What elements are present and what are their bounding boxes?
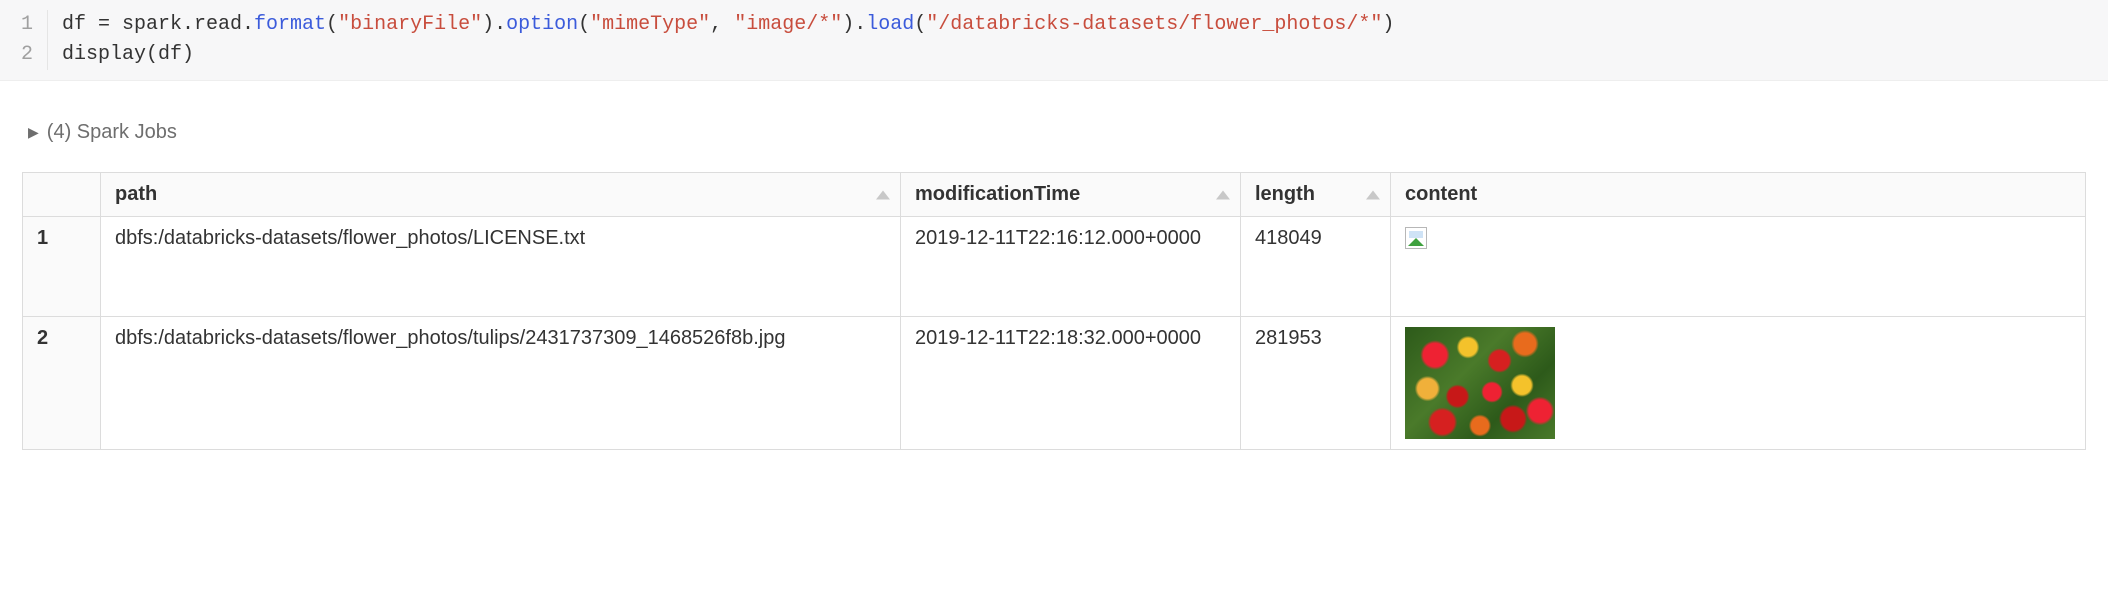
result-table: path modificationTime length content 1 <box>22 172 2086 450</box>
line-number-gutter: 1 2 <box>0 10 48 70</box>
output-area: ▶ (4) Spark Jobs path modificationTime <box>0 81 2108 460</box>
code-token: ) <box>1382 13 1394 36</box>
cell-modificationTime[interactable]: 2019-12-11T22:18:32.000+0000 <box>901 317 1241 450</box>
cell-length[interactable]: 418049 <box>1241 217 1391 317</box>
sort-asc-icon[interactable] <box>876 190 890 199</box>
cell-path[interactable]: dbfs:/databricks-datasets/flower_photos/… <box>101 217 901 317</box>
cell-content[interactable] <box>1391 217 2086 317</box>
table-header-modificationTime[interactable]: modificationTime <box>901 173 1241 217</box>
line-number: 2 <box>0 40 33 70</box>
column-label: length <box>1255 183 1315 205</box>
spark-jobs-label: (4) Spark Jobs <box>47 121 177 144</box>
code-token: display(df) <box>62 43 194 66</box>
cell-content[interactable] <box>1391 317 2086 450</box>
image-thumbnail[interactable] <box>1405 327 1555 439</box>
table-row[interactable]: 2 dbfs:/databricks-datasets/flower_photo… <box>23 317 2086 450</box>
code-token-string: "binaryFile" <box>338 13 482 36</box>
code-token-string: "mimeType" <box>590 13 710 36</box>
code-token-string: "/databricks-datasets/flower_photos/*" <box>926 13 1382 36</box>
cell-modificationTime[interactable]: 2019-12-11T22:16:12.000+0000 <box>901 217 1241 317</box>
code-token: ). <box>842 13 866 36</box>
code-token: ( <box>326 13 338 36</box>
code-token-fn: format <box>254 13 326 36</box>
code-token-fn: option <box>506 13 578 36</box>
cell-path[interactable]: dbfs:/databricks-datasets/flower_photos/… <box>101 317 901 450</box>
row-number: 2 <box>23 317 101 450</box>
chevron-right-icon[interactable]: ▶ <box>28 124 39 141</box>
table-header-rownum <box>23 173 101 217</box>
code-content[interactable]: df = spark.read.format("binaryFile").opt… <box>48 10 1394 70</box>
sort-asc-icon[interactable] <box>1216 190 1230 199</box>
line-number: 1 <box>0 10 33 40</box>
table-row[interactable]: 1 dbfs:/databricks-datasets/flower_photo… <box>23 217 2086 317</box>
table-header-length[interactable]: length <box>1241 173 1391 217</box>
code-token: ( <box>578 13 590 36</box>
code-token: ( <box>914 13 926 36</box>
column-label: path <box>115 183 157 205</box>
broken-image-icon <box>1405 227 1427 249</box>
code-token: , <box>710 13 734 36</box>
code-token-string: "image/*" <box>734 13 842 36</box>
column-label: modificationTime <box>915 183 1080 205</box>
code-token-fn: load <box>866 13 914 36</box>
row-number: 1 <box>23 217 101 317</box>
code-token: df = spark.read. <box>62 13 254 36</box>
cell-length[interactable]: 281953 <box>1241 317 1391 450</box>
spark-jobs-row[interactable]: ▶ (4) Spark Jobs <box>28 121 2086 144</box>
sort-asc-icon[interactable] <box>1366 190 1380 199</box>
table-header-row: path modificationTime length content <box>23 173 2086 217</box>
table-header-content[interactable]: content <box>1391 173 2086 217</box>
column-label: content <box>1405 183 1477 205</box>
code-cell[interactable]: 1 2 df = spark.read.format("binaryFile")… <box>0 0 2108 81</box>
code-token: ). <box>482 13 506 36</box>
table-header-path[interactable]: path <box>101 173 901 217</box>
